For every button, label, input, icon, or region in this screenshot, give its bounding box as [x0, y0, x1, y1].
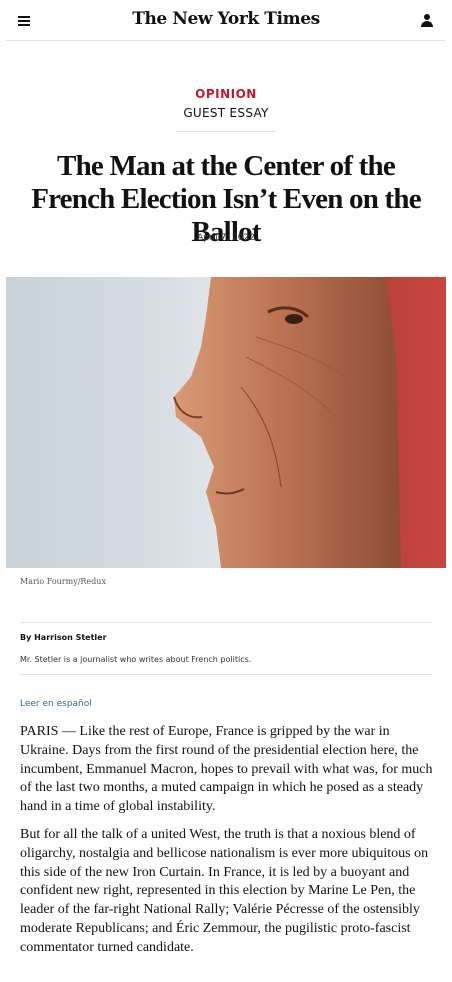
- article-type-label: GUEST ESSAY: [183, 106, 269, 120]
- portrait-illustration: [173, 277, 446, 568]
- top-navigation-bar: The New York Times: [6, 0, 446, 41]
- account-person-icon[interactable]: [420, 14, 434, 28]
- photo-credit: Mario Fourmy/Redux: [20, 577, 106, 586]
- article-paragraph: But for all the talk of a united West, t…: [20, 827, 429, 955]
- kicker-divider: [176, 131, 276, 132]
- byline[interactable]: By Harrison Stetler: [20, 633, 107, 642]
- nyt-logo[interactable]: The New York Times: [6, 9, 446, 29]
- publish-date: April 7, 2022: [197, 233, 255, 243]
- article-paragraph: PARIS — Like the rest of Europe, France …: [20, 724, 433, 815]
- byline-bottom-divider: [20, 674, 432, 675]
- author-bio: Mr. Stetler is a journalist who writes a…: [20, 655, 252, 664]
- byline-top-divider: [20, 622, 432, 623]
- lead-photo: [6, 277, 446, 568]
- spanish-translation-link[interactable]: Leer en español: [20, 699, 92, 709]
- section-kicker[interactable]: OPINION: [0, 87, 452, 101]
